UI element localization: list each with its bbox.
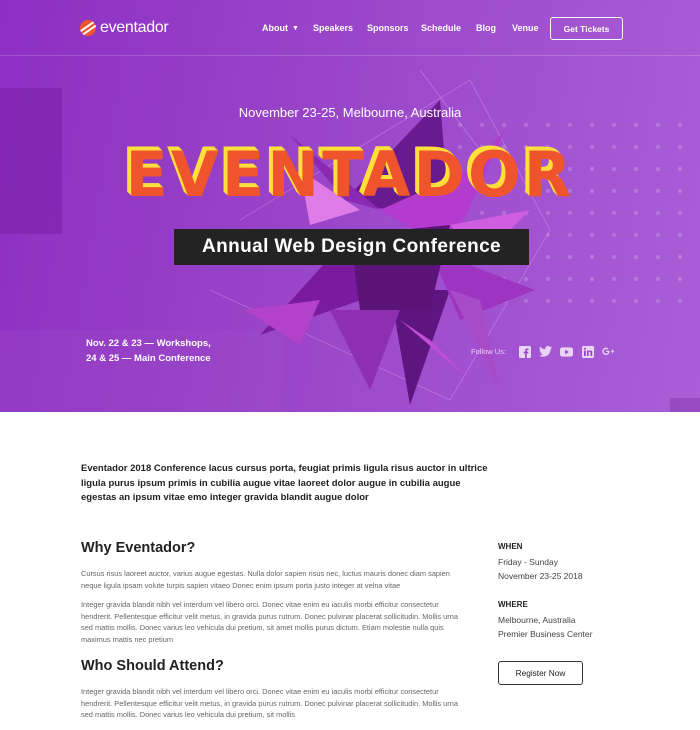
hero-schedule-summary: Nov. 22 & 23 — Workshops, 24 & 25 — Main… [86,336,211,366]
hero-title: EVENTADOR [125,138,575,211]
follow-label: Follow Us: [471,347,507,356]
who-paragraph: Integer gravida blandit nibh vel interdu… [81,687,458,720]
linkedin-icon[interactable] [581,345,594,358]
intro-text: Eventador 2018 Conference lacus cursus p… [81,463,488,503]
decorative-panel [670,398,700,412]
hero-section: eventador About ▼ Speakers Sponsors Sched… [0,0,700,412]
social-follow: Follow Us: [471,345,623,358]
nav-item-sponsors[interactable]: Sponsors [367,23,409,33]
who-should-attend-heading: Who Should Attend? [81,658,224,674]
get-tickets-button[interactable]: Get Tickets [550,17,623,40]
brand-logo[interactable]: eventador [80,19,169,37]
top-navigation: eventador About ▼ Speakers Sponsors Sched… [0,0,700,56]
when-details: Friday - Sunday November 23-25 2018 [498,556,583,583]
nav-item-schedule[interactable]: Schedule [421,23,461,33]
nav-item-about[interactable]: About ▼ [262,23,299,33]
nav-item-venue[interactable]: Venue [512,23,539,33]
nav-item-label: About [262,23,288,33]
when-dates: November 23-25 2018 [498,570,583,581]
where-details: Melbourne, Australia Premier Business Ce… [498,614,592,641]
logo-mark-icon [80,20,96,36]
schedule-line: Nov. 22 & 23 — Workshops, [86,338,211,349]
why-eventador-heading: Why Eventador? [81,540,196,556]
when-days: Friday - Sunday [498,557,558,567]
register-now-button[interactable]: Register Now [498,661,583,685]
nav-item-blog[interactable]: Blog [476,23,496,33]
twitter-icon[interactable] [539,345,553,358]
brand-name: eventador [100,19,169,36]
nav-item-speakers[interactable]: Speakers [313,23,353,33]
google-plus-icon[interactable] [602,345,615,358]
where-label: WHERE [498,600,528,609]
where-venue: Premier Business Center [498,628,593,639]
why-paragraph: Cursus risus laoreet auctor, varius augu… [81,569,450,590]
facebook-icon[interactable] [518,345,531,358]
when-label: WHEN [498,542,523,551]
why-paragraph: Integer gravida blandit nibh vel interdu… [81,600,458,644]
where-city: Melbourne, Australia [498,615,576,625]
schedule-line: 24 & 25 — Main Conference [86,353,211,364]
hero-subtitle: Annual Web Design Conference [174,229,529,265]
hero-date-location: November 23-25, Melbourne, Australia [238,105,462,120]
youtube-icon[interactable] [560,345,574,358]
caret-down-icon: ▼ [292,25,299,32]
